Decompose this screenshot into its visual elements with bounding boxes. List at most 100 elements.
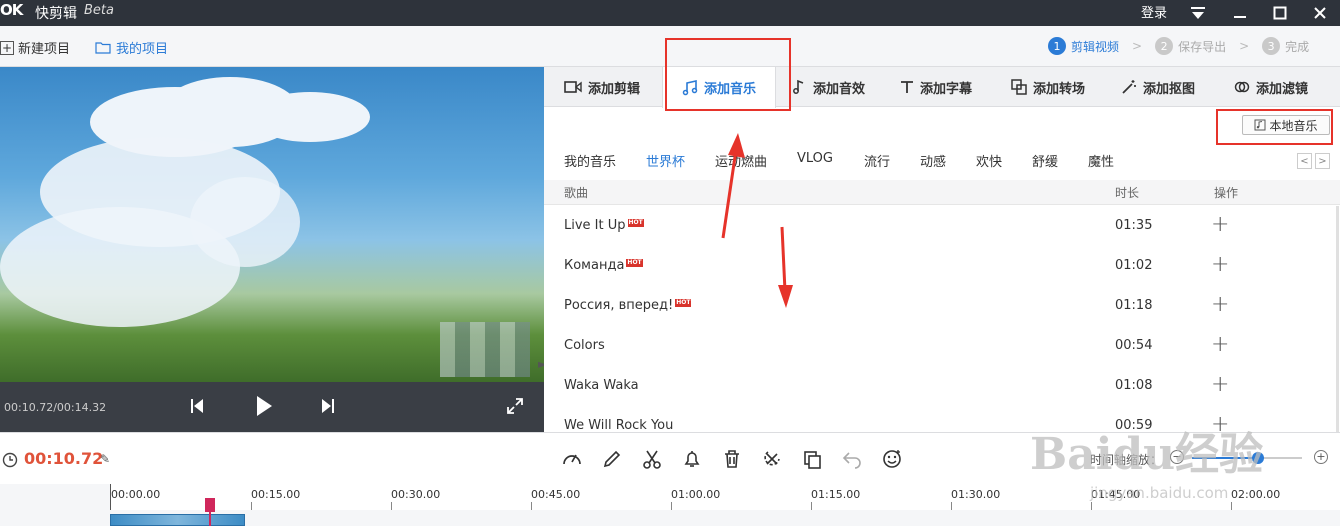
chevron-right-icon: > [1132, 39, 1143, 53]
cloud-shape [250, 92, 370, 142]
tab-add-transition[interactable]: 添加转场 [1011, 67, 1085, 107]
tab-add-subtitle[interactable]: 添加字幕 [900, 67, 972, 107]
timeline[interactable]: 00:00.00 00:15.00 00:30.00 00:45.00 01:0… [0, 484, 1340, 526]
bell-icon[interactable] [680, 447, 704, 471]
add-song-button[interactable]: + [1211, 292, 1229, 317]
edit-time-icon[interactable]: ✎ [100, 452, 110, 466]
folder-icon [95, 42, 111, 54]
song-duration: 01:02 [1115, 258, 1153, 273]
add-song-button[interactable]: + [1211, 372, 1229, 397]
list-item[interactable]: Россия, вперед! HOT 01:18 + [544, 286, 1340, 326]
category-quirky[interactable]: 魔性 [1088, 151, 1114, 170]
tab-add-sound-effect[interactable]: 添加音效 [791, 67, 865, 107]
playhead-handle[interactable] [205, 498, 215, 512]
player-controls: 00:10.72/00:14.32 [0, 382, 544, 432]
step-export: 2 保存导出 [1155, 37, 1226, 55]
mosaic-blur [440, 322, 530, 377]
timeline-ruler[interactable]: 00:00.00 00:15.00 00:30.00 00:45.00 01:0… [110, 484, 1340, 510]
copy-icon[interactable] [800, 447, 824, 471]
list-item[interactable]: Команда HOT 01:02 + [544, 246, 1340, 286]
list-item[interactable]: Waka Waka 01:08 + [544, 366, 1340, 406]
timeline-tick: 01:30.00 [951, 488, 1001, 501]
my-project-label: 我的项目 [116, 42, 169, 57]
list-item[interactable]: Live It Up HOT 01:35 + [544, 206, 1340, 246]
chevron-left-icon[interactable]: < [1297, 153, 1312, 169]
minimize-icon[interactable] [1229, 0, 1251, 26]
crop-icon[interactable] [760, 447, 784, 471]
category-world-cup[interactable]: 世界杯 [646, 151, 685, 170]
category-soothing[interactable]: 舒缓 [1032, 151, 1058, 170]
video-preview: ► [0, 67, 544, 382]
beta-badge: Beta [84, 3, 114, 18]
new-project-button[interactable]: + 新建项目 [0, 38, 70, 57]
song-duration: 01:08 [1115, 378, 1153, 393]
undo-icon[interactable] [840, 447, 864, 471]
video-icon [564, 81, 582, 93]
chevron-right-icon[interactable]: > [1315, 153, 1330, 169]
app-logo: OK [0, 1, 23, 19]
pencil-icon[interactable] [600, 447, 624, 471]
emoji-icon[interactable] [880, 447, 904, 471]
add-song-button[interactable]: + [1211, 332, 1229, 357]
zoom-label: 时间轴缩放： [1090, 453, 1163, 467]
category-pop[interactable]: 流行 [864, 151, 890, 170]
song-title: Команда [564, 258, 625, 273]
hot-badge: HOT [675, 299, 692, 307]
song-title: Colors [564, 338, 605, 353]
song-list: Live It Up HOT 01:35 + Команда HOT 01:02 +… [544, 206, 1340, 432]
song-title: Россия, вперед! [564, 298, 674, 313]
tab-add-filter[interactable]: 添加滤镜 [1234, 67, 1308, 107]
hot-badge: HOT [626, 259, 643, 267]
song-duration: 00:54 [1115, 338, 1153, 353]
song-title: We Will Rock You [564, 418, 674, 432]
tab-add-clip[interactable]: 添加剪辑 [564, 67, 640, 107]
list-item[interactable]: We Will Rock You 00:59 + [544, 406, 1340, 432]
timeline-tick: 01:00.00 [671, 488, 721, 501]
fullscreen-icon[interactable] [503, 394, 527, 418]
annotation-arrow-up [721, 133, 745, 239]
add-song-button[interactable]: + [1211, 412, 1229, 432]
maximize-icon[interactable] [1269, 0, 1291, 26]
video-clip[interactable] [110, 514, 245, 526]
song-list-scrollbar[interactable] [1336, 206, 1339, 432]
edit-toolbar: 00:10.72 ✎ 时间轴缩放： − + [0, 432, 1340, 484]
playhead-line [209, 512, 211, 526]
add-song-button[interactable]: + [1211, 252, 1229, 277]
category-happy[interactable]: 欢快 [976, 151, 1002, 170]
playback-time: 00:10.72/00:14.32 [4, 401, 107, 414]
next-frame-icon[interactable] [316, 394, 340, 418]
timeline-tick: 01:15.00 [811, 488, 861, 501]
dropdown-menu-icon[interactable] [1187, 0, 1209, 26]
close-icon[interactable] [1309, 0, 1331, 26]
zoom-slider[interactable] [1192, 452, 1302, 464]
resource-tabs: 添加剪辑 添加音乐 添加音效 添加字幕 添加转场 添加抠图 添加滤镜 [544, 67, 1340, 108]
step-done: 3 完成 [1262, 37, 1309, 55]
song-list-header: 歌曲 时长 操作 [544, 180, 1340, 205]
category-vlog[interactable]: VLOG [797, 151, 833, 166]
song-title: Live It Up [564, 218, 626, 233]
my-project-button[interactable]: 我的项目 [95, 38, 168, 57]
previous-frame-icon[interactable] [185, 394, 209, 418]
speed-icon[interactable] [560, 447, 584, 471]
header-song: 歌曲 [564, 186, 589, 200]
category-dynamic[interactable]: 动感 [920, 151, 946, 170]
magic-wand-icon [1122, 80, 1136, 94]
list-item[interactable]: Colors 00:54 + [544, 326, 1340, 366]
login-button[interactable]: 登录 [1141, 2, 1167, 21]
trash-icon[interactable] [720, 447, 744, 471]
tab-add-cutout[interactable]: 添加抠图 [1121, 67, 1195, 107]
filter-icon [1234, 81, 1250, 93]
transition-icon [1011, 79, 1027, 95]
category-my-music[interactable]: 我的音乐 [564, 151, 616, 170]
add-song-button[interactable]: + [1211, 212, 1229, 237]
timeline-tick: 02:00.00 [1231, 488, 1281, 501]
zoom-in-icon[interactable]: + [1314, 450, 1328, 464]
zoom-slider-fill [1192, 457, 1258, 459]
zoom-slider-knob[interactable] [1252, 452, 1264, 464]
play-icon[interactable] [252, 394, 276, 418]
annotation-box-music-tab [665, 38, 791, 111]
timeline-tick: 00:15.00 [251, 488, 301, 501]
scissors-icon[interactable] [640, 447, 664, 471]
zoom-out-icon[interactable]: − [1170, 450, 1184, 464]
header-duration: 时长 [1115, 186, 1140, 200]
